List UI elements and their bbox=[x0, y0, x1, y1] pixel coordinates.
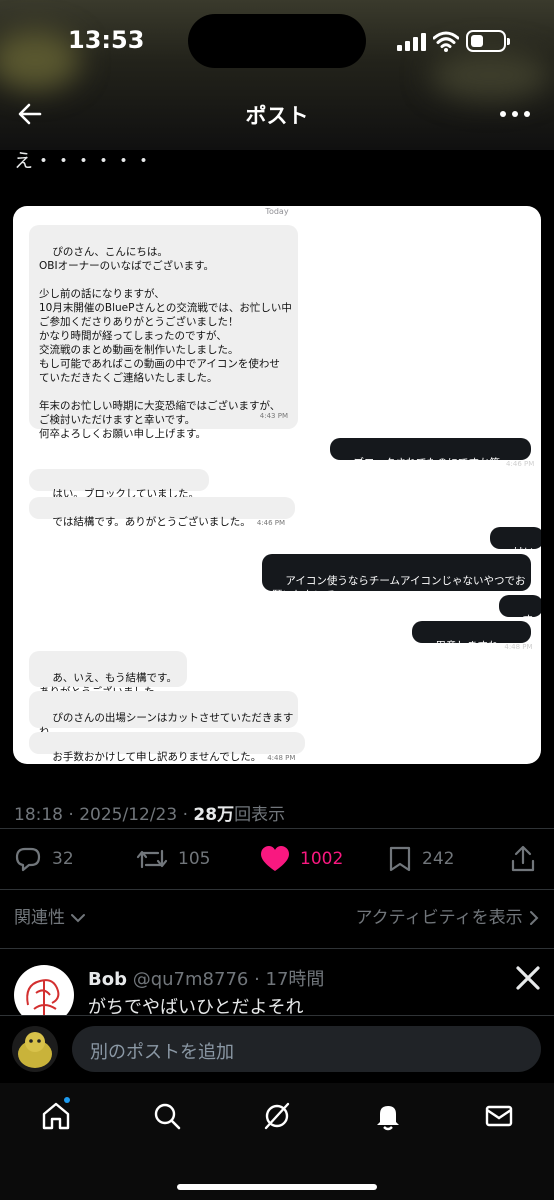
message-time: 4:46 PM bbox=[506, 460, 535, 468]
message-text: では結構です。ありがとうございました。 bbox=[52, 516, 251, 528]
repost-count: 105 bbox=[178, 849, 211, 869]
message-text: アイコン使うならチームアイコンじゃないやつでお 願いしたいで bbox=[272, 575, 526, 601]
bookmark-count: 242 bbox=[422, 849, 455, 869]
heart-icon bbox=[261, 846, 289, 871]
grok-icon[interactable] bbox=[262, 1101, 292, 1131]
reply-display-name: Bob bbox=[88, 969, 127, 990]
divider bbox=[0, 889, 554, 890]
post-datetime: 18:18 · 2025/12/23 · bbox=[14, 805, 194, 825]
chat-message: あ、いえ、もう結構です。 ありがとうございました。 bbox=[29, 651, 187, 698]
post-actions: 32 105 1002 242 bbox=[0, 842, 554, 876]
chat-message: アイコン使うならチームアイコンじゃないやつでお 願いしたいで bbox=[262, 554, 531, 601]
like-button[interactable]: 1002 bbox=[260, 842, 343, 876]
composer: 別のポストを追加 bbox=[0, 1015, 554, 1083]
post-meta: 18:18 · 2025/12/23 · 28万回表示 bbox=[14, 800, 285, 825]
top-bar: ポスト bbox=[0, 88, 554, 140]
like-count: 1002 bbox=[300, 849, 344, 869]
bottom-nav bbox=[0, 1083, 554, 1200]
bookmark-icon bbox=[389, 846, 411, 872]
search-icon[interactable] bbox=[152, 1101, 182, 1131]
message-text: ぴのさん、こんにちは。 OBIオーナーのいなばでございます。 少し前の話になりま… bbox=[39, 246, 292, 440]
repost-icon bbox=[136, 849, 168, 869]
add-post-input[interactable]: 別のポストを追加 bbox=[72, 1026, 541, 1072]
post-image[interactable]: Today ぴのさん、こんにちは。 OBIオーナーのいなばでございます。 少し前… bbox=[13, 206, 541, 764]
message-text: ブロックされてたのにですか笑 bbox=[353, 457, 501, 469]
repost-button[interactable]: 105 bbox=[136, 842, 210, 876]
battery-icon bbox=[466, 30, 510, 52]
sort-dropdown[interactable]: 関連性 bbox=[14, 903, 86, 928]
avatar-drawing bbox=[26, 979, 60, 1015]
share-button[interactable] bbox=[510, 842, 536, 876]
reply-sort-row: 関連性 アクティビティを表示 bbox=[14, 903, 540, 931]
user-avatar[interactable] bbox=[12, 1026, 58, 1072]
message-time: 4:43 PM bbox=[259, 412, 288, 420]
chat-message: 用意しますね 4:48 PM bbox=[412, 621, 533, 652]
message-time: 4:48 PM bbox=[504, 643, 533, 651]
chat-message: ブロックされてたのにですか笑 4:46 PM bbox=[330, 438, 534, 469]
chat-message: す bbox=[499, 595, 541, 626]
status-bar: 13:53 bbox=[0, 0, 554, 80]
avatar[interactable] bbox=[14, 965, 74, 1015]
more-icon[interactable] bbox=[498, 100, 532, 128]
chat-message: はい bbox=[490, 527, 541, 558]
reply-item[interactable]: Bob @qu7m8776 · 17時間 がちでやばいひとだよそれ bbox=[0, 953, 554, 1015]
message-text: お手数おかけして申し訳ありませんでした。 bbox=[52, 751, 262, 763]
view-activity-link[interactable]: アクティビティを表示 bbox=[355, 903, 540, 928]
reply-count: 32 bbox=[52, 849, 74, 869]
wifi-icon bbox=[433, 31, 459, 52]
dynamic-island bbox=[188, 14, 366, 68]
reply-icon bbox=[15, 847, 41, 872]
post-text: え・・・・・・ bbox=[14, 150, 155, 172]
view-suffix: 回表示 bbox=[234, 805, 286, 825]
divider bbox=[0, 828, 554, 829]
reply-handle: @qu7m8776 bbox=[132, 969, 249, 990]
message-time: 4:46 PM bbox=[256, 519, 286, 527]
divider bbox=[0, 948, 554, 949]
notification-dot bbox=[64, 1097, 70, 1103]
home-icon[interactable] bbox=[41, 1101, 71, 1131]
message-time: 4:48 PM bbox=[267, 754, 296, 762]
activity-label: アクティビティを表示 bbox=[355, 908, 523, 928]
avatar-drawing bbox=[18, 1032, 52, 1068]
mail-icon[interactable] bbox=[484, 1101, 514, 1131]
chat-message: では結構です。ありがとうございました。 4:46 PM bbox=[29, 497, 296, 528]
status-time: 13:53 bbox=[68, 26, 145, 54]
chat-message: はい。ブロックしていました。 bbox=[29, 469, 210, 500]
reply-text: がちでやばいひとだよそれ bbox=[88, 997, 304, 1015]
chat-message: お手数おかけして申し訳ありませんでした。 4:48 PM bbox=[29, 732, 306, 763]
signal-icon bbox=[397, 33, 427, 51]
reply-time: 17時間 bbox=[265, 969, 325, 990]
view-count: 28万 bbox=[193, 805, 235, 825]
chat-message: ぴのさん、こんにちは。 OBIオーナーのいなばでございます。 少し前の話になりま… bbox=[29, 225, 298, 440]
chat-message: ぴのさんの出場シーンはカットさせていただきます ね。 bbox=[29, 691, 298, 738]
share-icon bbox=[511, 845, 535, 872]
home-indicator bbox=[177, 1184, 377, 1190]
reply-button[interactable]: 32 bbox=[14, 842, 74, 876]
message-text: 用意しますね bbox=[435, 640, 499, 652]
chevron-right-icon bbox=[530, 911, 539, 925]
bookmark-button[interactable]: 242 bbox=[388, 842, 454, 876]
x-logo-icon bbox=[516, 966, 540, 990]
bell-icon[interactable] bbox=[373, 1101, 403, 1131]
chat-date-label: Today bbox=[265, 207, 289, 216]
sort-label: 関連性 bbox=[14, 908, 65, 928]
reply-author: Bob @qu7m8776 · 17時間 bbox=[88, 969, 325, 990]
page-title: ポスト bbox=[245, 104, 309, 128]
chevron-down-icon bbox=[71, 914, 86, 923]
